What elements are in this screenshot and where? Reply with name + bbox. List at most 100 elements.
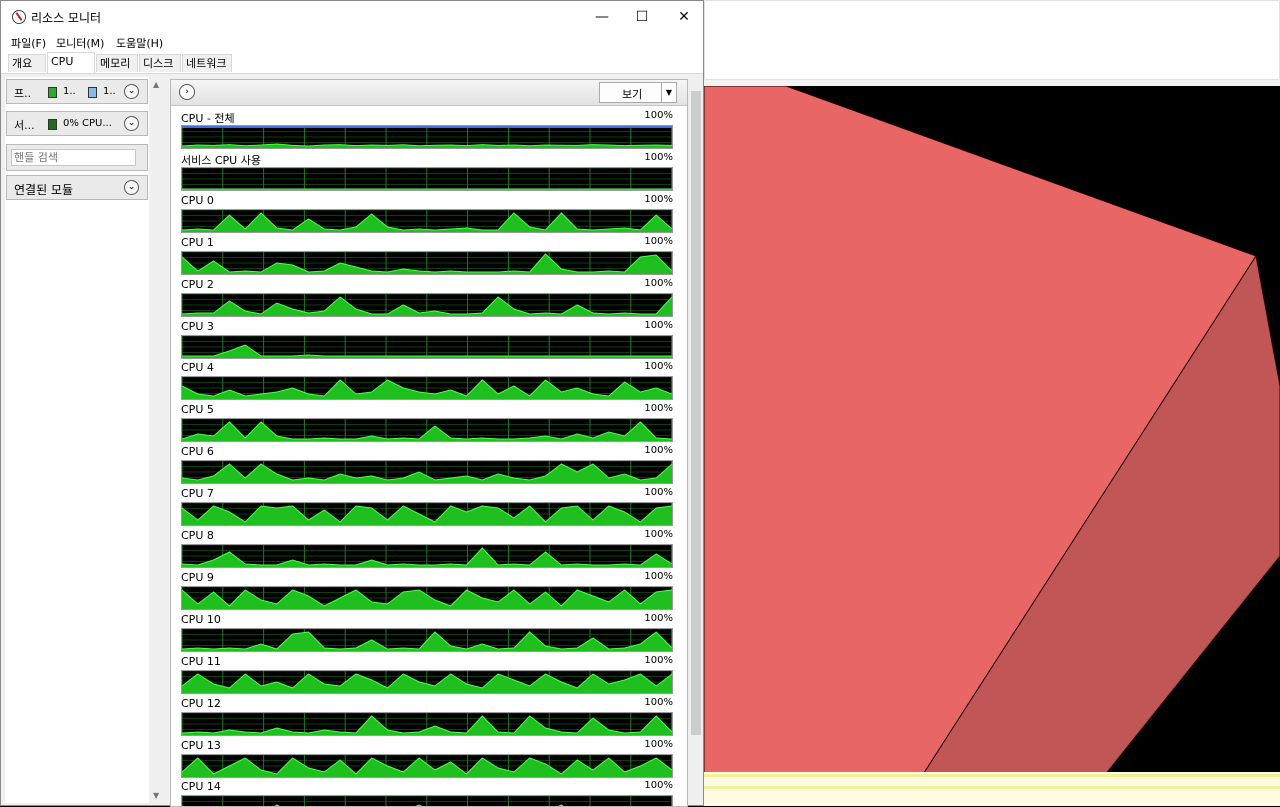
services-label: 서...: [14, 119, 35, 132]
background-3d-scene: [704, 86, 1280, 776]
cpu-usage-graph: [182, 251, 672, 274]
modules-section-header[interactable]: 연결된 모듈 ⌄: [6, 175, 148, 200]
cpu-graph-section: CPU 4 100%: [181, 361, 673, 403]
tab-memory[interactable]: 메모리: [96, 54, 138, 72]
graph-title: CPU 13: [181, 738, 221, 752]
graph-canvas: [181, 418, 673, 443]
processes-value-1: 1..: [63, 86, 76, 97]
graph-canvas: [181, 250, 673, 275]
graph-canvas: [181, 208, 673, 233]
graph-max-label: 100%: [644, 445, 673, 457]
tab-disk[interactable]: 디스크: [139, 54, 181, 72]
graph-max-label: 100%: [644, 612, 673, 624]
graph-max-label: 100%: [644, 529, 673, 540]
chevron-down-icon[interactable]: ⌄: [124, 84, 139, 99]
scroll-down-icon[interactable]: ▼: [153, 791, 159, 800]
modules-label: 연결된 모듈: [14, 183, 74, 197]
resource-monitor-app-icon: [12, 10, 26, 24]
view-dropdown[interactable]: 보기 ▼: [599, 82, 677, 103]
graph-title: CPU 7: [181, 487, 214, 501]
menu-help[interactable]: 도움말(H): [116, 35, 163, 51]
graph-title: CPU 2: [181, 277, 214, 291]
graph-max-label: 100%: [644, 277, 673, 289]
graph-canvas: [181, 460, 673, 485]
graph-max-label: 100%: [644, 738, 673, 750]
cpu-usage-graph: [182, 670, 672, 693]
menu-bar: 파일(F) 모니터(M) 도움말(H): [1, 33, 703, 51]
cpu-usage-graph: [182, 293, 672, 316]
cpu-graph-section: 서비스 CPU 사용 100%: [181, 152, 673, 194]
graph-title: CPU 0: [181, 193, 214, 207]
cpu-usage-graph: [182, 461, 672, 484]
graph-title: CPU 5: [181, 403, 214, 417]
graph-max-label: 100%: [644, 361, 673, 373]
expand-arrow-icon[interactable]: ›: [179, 84, 195, 100]
maximize-button[interactable]: ☐: [619, 1, 665, 33]
background-yellow-strip: [704, 772, 1280, 806]
chevron-down-icon[interactable]: ⌄: [124, 180, 139, 195]
tab-network[interactable]: 네트워크: [182, 54, 232, 72]
left-panel-scrollbar[interactable]: ▲ ▼: [151, 77, 165, 803]
cpu-graph-section: CPU 11 100%: [181, 655, 673, 697]
left-panel: 프.. 1.. 1.. ⌄ 서... 0% CPU... ⌄ 연결된 모듈 ⌄: [5, 77, 149, 803]
scrollbar-thumb[interactable]: [691, 91, 701, 735]
dropdown-arrow-icon[interactable]: ▼: [661, 83, 676, 102]
cpu-graph-section: CPU 3 100%: [181, 320, 673, 362]
cpu-usage-graph: [182, 586, 672, 609]
graph-title: CPU 9: [181, 570, 214, 584]
graph-max-label: 100%: [644, 696, 673, 708]
window-title: 리소스 모니터: [31, 11, 102, 25]
cpu-usage-graph: [182, 628, 672, 651]
graph-title: CPU 6: [181, 445, 214, 459]
title-bar: 리소스 모니터 — ☐ ✕: [1, 1, 703, 33]
cpu-graph-section: CPU 13 100%: [181, 739, 673, 781]
graph-max-label: 100%: [644, 570, 673, 582]
scroll-up-icon[interactable]: ▲: [153, 80, 159, 89]
graph-max-label: 100%: [644, 151, 673, 163]
graph-title: 서비스 CPU 사용: [181, 153, 261, 167]
graph-max-label: 100%: [644, 654, 673, 666]
graph-title: CPU 8: [181, 529, 214, 542]
cpu-graph-section: CPU 6 100%: [181, 445, 673, 487]
chevron-down-icon[interactable]: ⌄: [124, 116, 139, 131]
tab-cpu[interactable]: CPU: [47, 52, 95, 73]
cpu-usage-graph: [182, 126, 672, 148]
processes-value-2: 1..: [103, 86, 116, 97]
graph-title: CPU 10: [181, 612, 221, 626]
processes-section-header[interactable]: 프.. 1.. 1.. ⌄: [6, 79, 148, 104]
graph-title: CPU 4: [181, 361, 214, 375]
graph-canvas: [181, 502, 673, 527]
graph-toolbar: › 보기 ▼: [171, 80, 687, 106]
max-frequency-swatch: [88, 87, 97, 98]
cpu-graph-section: CPU - 전체 100%: [181, 110, 673, 152]
processes-label: 프..: [14, 87, 32, 100]
services-section-header[interactable]: 서... 0% CPU... ⌄: [6, 111, 148, 136]
graph-title: CPU 14: [181, 780, 221, 794]
graph-canvas: [181, 711, 673, 736]
menu-monitor[interactable]: 모니터(M): [56, 35, 104, 51]
graph-canvas: [181, 585, 673, 610]
cpu-usage-graph: [182, 419, 672, 442]
cpu-graph-section: CPU 1 100%: [181, 236, 673, 278]
services-cpu-swatch: [48, 119, 57, 130]
graph-canvas: [181, 166, 673, 191]
cpu-graph-section: CPU 7 100%: [181, 487, 673, 529]
cpu-graph-section: CPU 8 100%: [181, 529, 673, 571]
graph-canvas: [181, 669, 673, 694]
graph-canvas: [181, 376, 673, 401]
tab-overview[interactable]: 개요: [8, 54, 46, 72]
close-button[interactable]: ✕: [661, 1, 707, 33]
graph-panel: › 보기 ▼ CPU - 전체 100% 서비스 CPU 사용 100% CPU 0 10…: [170, 79, 688, 807]
graph-panel-scrollbar[interactable]: [689, 89, 703, 803]
graph-canvas: [181, 125, 673, 149]
services-value: 0% CPU...: [63, 118, 112, 129]
graph-max-label: 100%: [644, 780, 673, 792]
menu-file[interactable]: 파일(F): [11, 35, 46, 51]
resource-monitor-window: 리소스 모니터 — ☐ ✕ 파일(F) 모니터(M) 도움말(H) 개요 CPU…: [0, 0, 704, 807]
graph-title: CPU 12: [181, 696, 221, 710]
graph-max-label: 100%: [644, 403, 673, 415]
handle-search-input[interactable]: [11, 149, 136, 166]
cpu-usage-graph: [182, 335, 672, 358]
graph-canvas: [181, 292, 673, 317]
graph-title: CPU 1: [181, 235, 214, 249]
